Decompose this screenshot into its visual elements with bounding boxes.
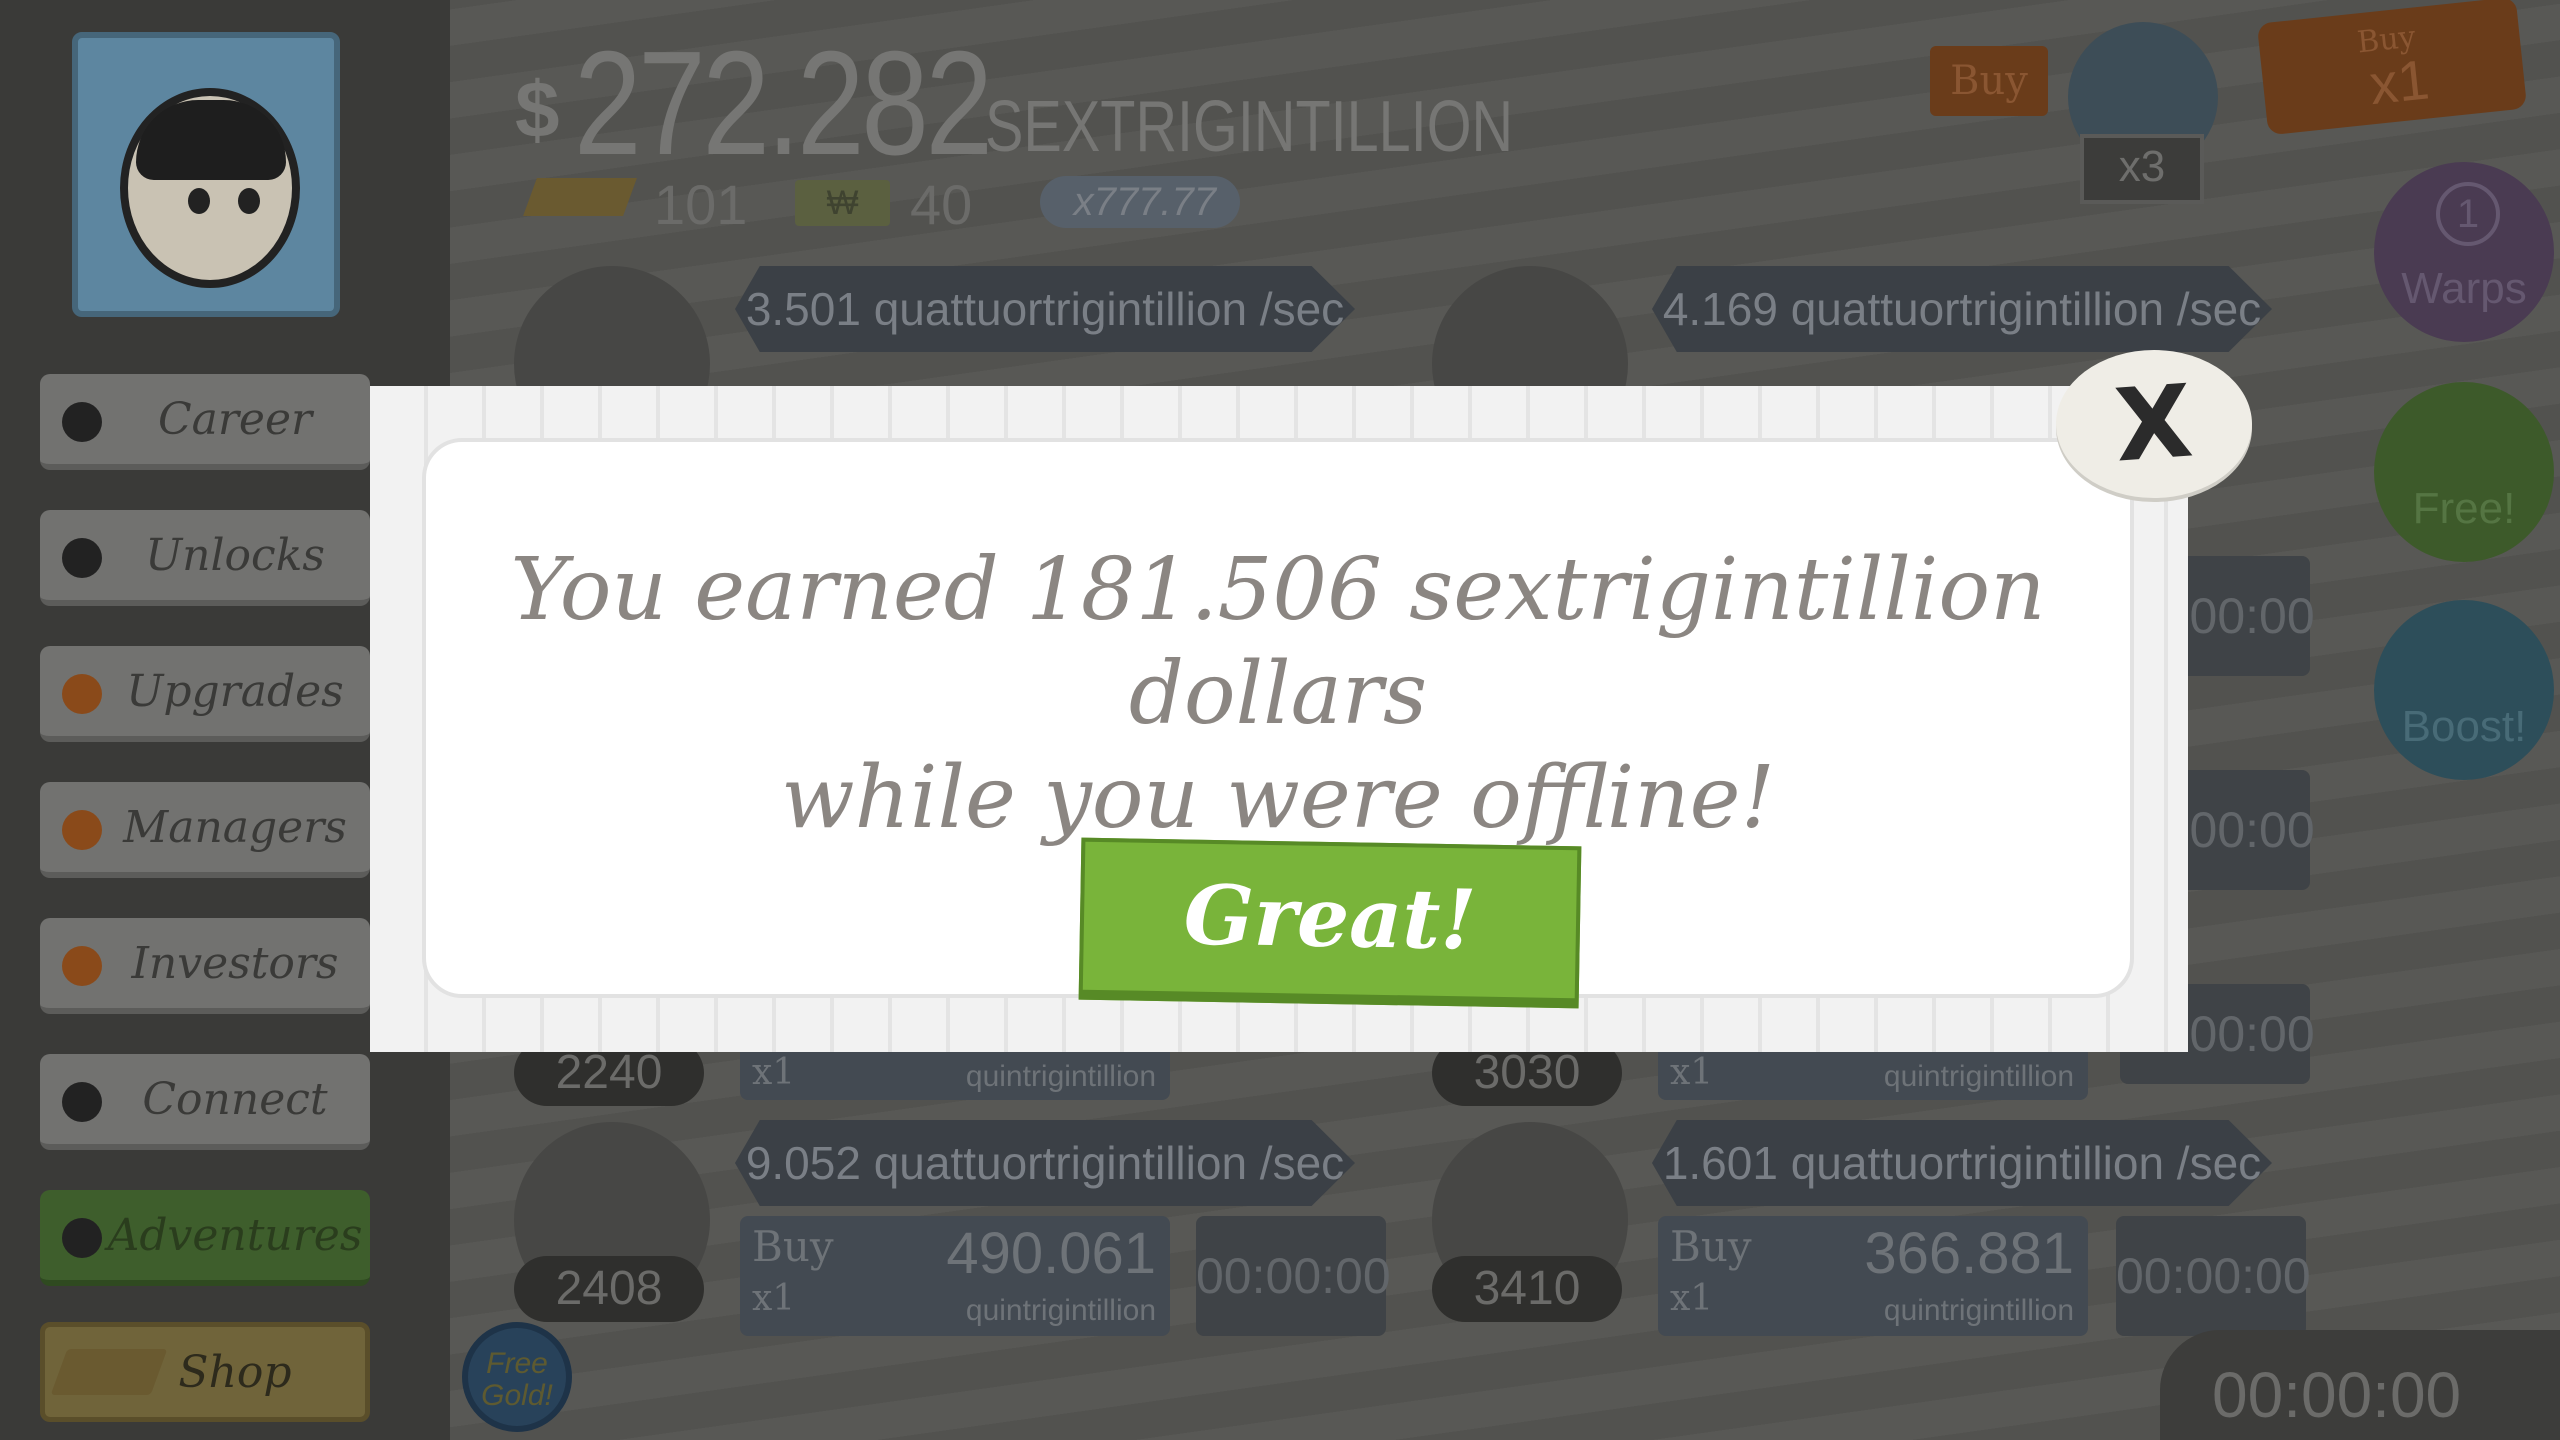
- gold-bars-icon: [523, 178, 637, 216]
- status-dot: [62, 402, 102, 442]
- sidebar-item-career[interactable]: Career: [40, 374, 370, 470]
- business-rate: 9.052 quattuortrigintillion /sec: [735, 1120, 1355, 1206]
- megabucks-count: 40: [910, 173, 973, 236]
- sidebar-item-connect[interactable]: Connect: [40, 1054, 370, 1150]
- cost-unit: quintrigintillion: [1883, 1294, 2074, 1327]
- sidebar-item-managers[interactable]: Managers: [40, 782, 370, 878]
- money-unit: SEXTRIGINTILLION: [985, 87, 1514, 167]
- buy-qty: x1: [752, 1278, 796, 1319]
- business-buy-button[interactable]: Buy x1 366.881 quintrigintillion: [1658, 1216, 2088, 1336]
- free-tv-button[interactable]: Free!: [2374, 382, 2554, 562]
- free-label: Free!: [2412, 484, 2516, 533]
- close-icon: X: [2111, 362, 2197, 485]
- warps-label: Warps: [2401, 264, 2527, 313]
- sidebar-item-label: Adventures: [107, 1209, 363, 1261]
- status-dot: [62, 1082, 102, 1122]
- buy-label: Buy: [752, 1222, 834, 1271]
- sidebar-item-label: Managers: [123, 801, 347, 853]
- sidebar-item-adventures[interactable]: Adventures: [40, 1190, 370, 1286]
- business-rate: 3.501 quattuortrigintillion /sec: [735, 266, 1355, 352]
- business-rate: 4.169 quattuortrigintillion /sec: [1652, 266, 2272, 352]
- business-buy-button[interactable]: Buy x1 490.061 quintrigintillion: [740, 1216, 1170, 1336]
- money-display: $ 272.282 SEXTRIGINTILLION: [515, 21, 1513, 186]
- business-cost: 366.881: [1864, 1221, 2074, 1286]
- notification-dot: [62, 810, 102, 850]
- great-button[interactable]: Great!: [1078, 837, 1582, 1009]
- sidebar-item-label: Investors: [131, 937, 339, 989]
- sidebar-item-upgrades[interactable]: Upgrades: [40, 646, 370, 742]
- sidebar-item-label: Career: [157, 393, 313, 445]
- free-gold-button[interactable]: Free Gold!: [462, 1322, 572, 1432]
- sidebar-item-investors[interactable]: Investors: [40, 918, 370, 1014]
- notification-dot: [62, 946, 102, 986]
- offline-earnings-dialog: You earned 181.506 sextrigintillion doll…: [370, 386, 2188, 1052]
- sidebar-item-shop[interactable]: Shop: [40, 1322, 370, 1422]
- gold-count: 101: [654, 173, 748, 236]
- sidebar-item-label: Shop: [178, 1346, 292, 1398]
- close-button[interactable]: X: [2056, 350, 2252, 498]
- buy-quantity-value: x1: [2366, 47, 2432, 117]
- player-avatar[interactable]: [72, 32, 340, 317]
- business-count: 2408: [514, 1256, 704, 1322]
- boost-button[interactable]: Boost!: [2374, 600, 2554, 780]
- cost-unit: quintrigintillion: [965, 1294, 1156, 1327]
- buy-qty: x1: [1670, 1052, 1714, 1093]
- bottom-timer: 00:00:00: [2160, 1330, 2560, 1440]
- buy-label: Buy: [1670, 1222, 1752, 1271]
- business-count: 3410: [1432, 1256, 1622, 1322]
- sidebar-item-unlocks[interactable]: Unlocks: [40, 510, 370, 606]
- cost-unit: quintrigintillion: [965, 1060, 1156, 1093]
- warps-count: 1: [2436, 182, 2500, 246]
- buy-qty: x1: [752, 1052, 796, 1093]
- status-dot: [62, 538, 102, 578]
- buy-qty: x1: [1670, 1278, 1714, 1319]
- business-cost: 490.061: [946, 1221, 1156, 1286]
- status-dot: [62, 1218, 102, 1258]
- avatar-eye: [238, 188, 260, 214]
- angel-multiplier-badge[interactable]: x777.77: [1040, 176, 1240, 228]
- great-button-label: Great!: [1183, 867, 1478, 969]
- business-timer: 00:00:00: [1196, 1216, 1391, 1336]
- message-line: You earned 181.506 sextrigintillion doll…: [510, 540, 2046, 744]
- megabucks-icon: ₩: [795, 180, 890, 226]
- money-amount: 272.282: [573, 21, 993, 186]
- notification-dot: [62, 674, 102, 714]
- avatar-eye: [188, 188, 210, 214]
- boost-label: Boost!: [2401, 702, 2527, 751]
- currency-symbol: $: [515, 65, 560, 154]
- video-multiplier: x3: [2080, 134, 2204, 204]
- dialog-panel: You earned 181.506 sextrigintillion doll…: [422, 438, 2134, 1009]
- message-line: while you were offline!: [780, 748, 1776, 848]
- buy-quantity-toggle[interactable]: Buy x1: [2256, 0, 2528, 136]
- sidebar-item-label: Upgrades: [126, 665, 344, 717]
- buy-button[interactable]: Buy: [1930, 46, 2048, 116]
- business-timer: 00:00:00: [2116, 1216, 2311, 1336]
- sidebar-item-label: Connect: [142, 1073, 328, 1125]
- offline-earnings-message: You earned 181.506 sextrigintillion doll…: [466, 538, 2090, 850]
- sidebar-item-label: Unlocks: [145, 529, 325, 581]
- business-rate: 1.601 quattuortrigintillion /sec: [1652, 1120, 2272, 1206]
- cost-unit: quintrigintillion: [1883, 1060, 2074, 1093]
